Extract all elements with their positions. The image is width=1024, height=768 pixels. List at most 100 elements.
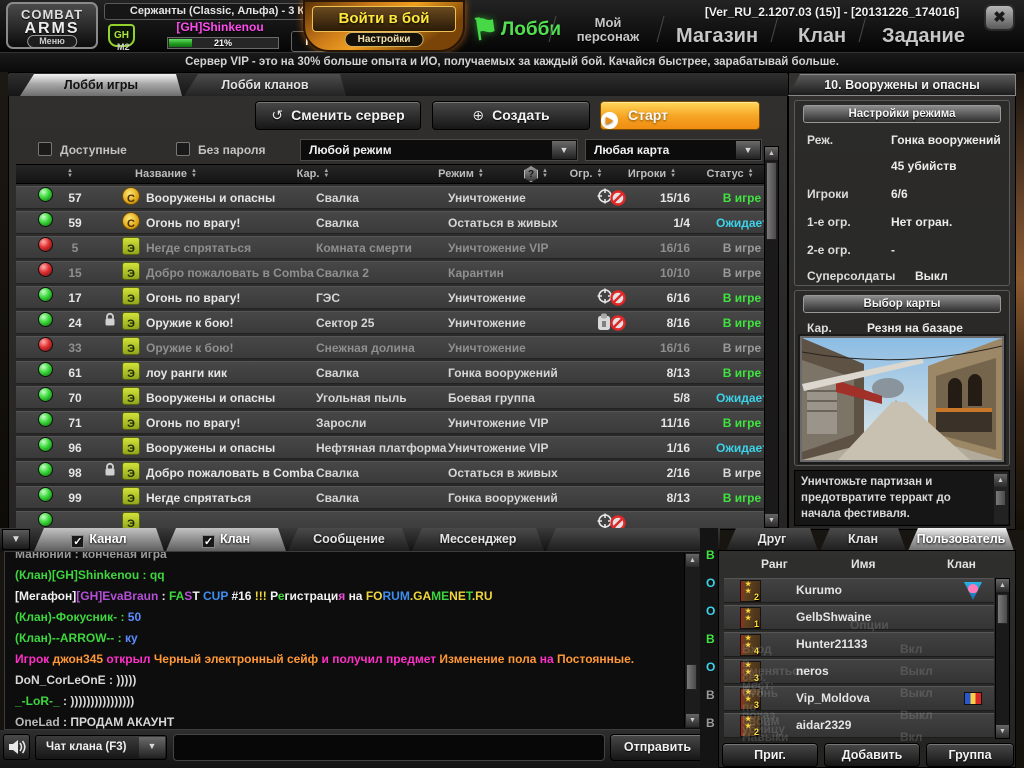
- table-row[interactable]: Э: [16, 511, 764, 528]
- table-row[interactable]: 98 Э Добро пожаловать в Combat Arms!Свалка…: [16, 461, 764, 484]
- scroll-down-icon[interactable]: ▼: [686, 714, 699, 727]
- chat-log[interactable]: Манюний : конченая игра (Клан)[GH]Shinken…: [4, 551, 702, 730]
- chat-tab-channel[interactable]: Канал: [34, 528, 164, 551]
- room-table-scrollbar[interactable]: ▲ ▼: [764, 146, 779, 528]
- chevron-down-icon[interactable]: ▼: [552, 141, 576, 159]
- group-button[interactable]: Группа: [926, 743, 1014, 767]
- table-row[interactable]: 17 Э Огонь по врагу! ГЭС Уничтожение 6/16 В иг…: [16, 286, 764, 309]
- xp-progress-percent: 21%: [213, 38, 232, 48]
- table-row[interactable]: 57 C Вооружены и опасны Свалка Уничтожение 15…: [16, 186, 764, 209]
- field-label: Реж.: [807, 133, 834, 147]
- users-scrollbar[interactable]: ▲ ▼: [995, 578, 1010, 739]
- header-question[interactable]: ?: [518, 165, 554, 184]
- table-row[interactable]: 96 Э Вооружены и опасны Нефтяная платформа У…: [16, 436, 764, 459]
- header-map[interactable]: Кар.: [278, 165, 348, 184]
- nav-mission[interactable]: Задание: [882, 16, 965, 56]
- map-filter-dropdown[interactable]: Любая карта ▼: [585, 139, 762, 161]
- scroll-up-icon[interactable]: ▲: [996, 579, 1009, 592]
- room-mode: Уничтожение: [448, 316, 526, 330]
- enter-battle-button[interactable]: Войти в бой Настройки: [303, 0, 465, 52]
- room-type-badge: Э: [122, 387, 140, 405]
- table-row[interactable]: 24 Э Оружие к бою! Сектор 25 Уничтожение 8/16…: [16, 311, 764, 334]
- user-row[interactable]: ★ ★ 2 Kurumo: [724, 578, 994, 603]
- chevron-down-icon[interactable]: ▼: [139, 737, 165, 758]
- map-field-label: Кар.: [807, 321, 832, 335]
- scroll-up-icon[interactable]: ▲: [686, 554, 699, 567]
- available-checkbox[interactable]: [38, 142, 52, 156]
- room-type-badge: Э: [122, 412, 140, 430]
- chat-input[interactable]: [173, 734, 605, 761]
- scroll-up-icon[interactable]: ▲: [994, 474, 1007, 487]
- room-status: В игре: [722, 241, 762, 255]
- menu-button[interactable]: Меню: [27, 35, 77, 48]
- table-row[interactable]: 70 Э Вооружены и опасны Угольная пыль Боевая…: [16, 386, 764, 409]
- settings-button[interactable]: Настройки: [344, 32, 424, 47]
- clipped-status-letter: В: [706, 548, 715, 562]
- create-room-button[interactable]: ⊕ Создать: [432, 101, 590, 130]
- header-name[interactable]: Название: [106, 165, 226, 184]
- game-logo[interactable]: COMBAT ARMS ..... ... ...... Меню: [6, 2, 98, 49]
- nav-lobby[interactable]: ⚑ Лобби: [470, 10, 561, 50]
- chat-tab-clan[interactable]: Клан: [166, 528, 286, 551]
- description-scrollbar[interactable]: ▲: [994, 472, 1008, 524]
- tab-game-lobby[interactable]: Лобби игры: [20, 74, 182, 96]
- change-server-button[interactable]: ↺ Сменить сервер: [255, 101, 421, 130]
- chat-tab-messenger[interactable]: Мессенджер: [412, 528, 544, 551]
- add-button[interactable]: Добавить: [824, 743, 920, 767]
- enter-battle-frame: Войти в бой: [312, 6, 456, 32]
- header-status[interactable]: Статус: [699, 165, 761, 184]
- room-number: 96: [68, 441, 82, 455]
- field-label: 2-е огр.: [807, 243, 851, 257]
- field-value: Нет огран.: [891, 215, 953, 229]
- checkbox-checked-icon[interactable]: [202, 535, 215, 548]
- chat-scrollbar[interactable]: ▲ ▼: [684, 553, 700, 728]
- available-label: Доступные: [60, 143, 127, 157]
- room-map: Комната смерти: [316, 241, 412, 255]
- create-crosshair-icon: ⊕: [472, 107, 485, 123]
- chevron-down-icon[interactable]: ▼: [736, 141, 760, 159]
- table-row[interactable]: 59 C Огонь по врагу! Свалка Остаться в живых…: [16, 211, 764, 234]
- table-row[interactable]: 71 Э Огонь по врагу! Заросли Уничтожение VIP…: [16, 411, 764, 434]
- room-status-led: [38, 487, 53, 502]
- scrollbar-thumb[interactable]: [686, 664, 697, 690]
- xp-progress-bar: 21%: [167, 37, 279, 49]
- checkbox-checked-icon[interactable]: [71, 535, 84, 548]
- no-password-checkbox[interactable]: [176, 142, 190, 156]
- scrollbar-thumb[interactable]: [995, 490, 1006, 506]
- scrollbar-thumb[interactable]: [766, 162, 777, 240]
- close-icon[interactable]: ✖: [984, 4, 1015, 31]
- room-number: 71: [68, 416, 82, 430]
- tab-users[interactable]: Пользователь: [908, 528, 1014, 551]
- scrollbar-thumb[interactable]: [997, 594, 1008, 624]
- scroll-down-icon[interactable]: ▼: [996, 725, 1009, 738]
- nav-shop[interactable]: Магазин: [676, 16, 758, 56]
- mode-filter-dropdown[interactable]: Любой режим ▼: [300, 139, 578, 161]
- invite-button[interactable]: Приг.: [722, 743, 818, 767]
- header-players[interactable]: Игроки: [621, 165, 683, 184]
- send-button[interactable]: Отправить: [610, 734, 705, 761]
- header-restrictions[interactable]: Огр.: [561, 165, 611, 184]
- table-row[interactable]: 61 Элоу ранги кик Свалка Гонка вооружений 8/…: [16, 361, 764, 384]
- table-row[interactable]: 33 Э Оружие к бою! Снежная долина Уничтожени…: [16, 336, 764, 359]
- header-mode[interactable]: Режим: [421, 165, 501, 184]
- tab-friends[interactable]: Друг: [726, 528, 818, 551]
- chat-tab-message[interactable]: Сообщение: [288, 528, 410, 551]
- tab-clan-members[interactable]: Клан: [820, 528, 906, 551]
- room-name: Огонь по врагу!: [146, 216, 241, 230]
- scroll-down-icon[interactable]: ▼: [765, 514, 778, 527]
- tab-clan-lobby[interactable]: Лобби кланов: [184, 74, 346, 96]
- table-row[interactable]: 99 Э Негде спрятаться Свалка Гонка вооружени…: [16, 486, 764, 509]
- chat-collapse-button[interactable]: ▼: [2, 529, 30, 550]
- table-row[interactable]: 15 Э Добро пожаловать в Combat Arms!Свалка…: [16, 261, 764, 284]
- table-row[interactable]: 5 Э Негде спрятаться Комната смерти Уничтоже…: [16, 236, 764, 259]
- scope-restriction-icon: [597, 288, 626, 306]
- nav-clan[interactable]: Клан: [798, 16, 846, 56]
- nav-my-character[interactable]: Мой персонаж: [562, 10, 654, 50]
- sound-toggle-button[interactable]: [3, 734, 30, 760]
- scroll-up-icon[interactable]: ▲: [765, 147, 778, 160]
- clipped-status-letter: В: [706, 716, 715, 730]
- start-button[interactable]: ▶ Старт: [600, 101, 760, 130]
- chat-channel-dropdown[interactable]: Чат клана (F3) ▼: [35, 735, 167, 760]
- header-sort-number[interactable]: [58, 165, 78, 184]
- room-players: 10/10: [659, 266, 690, 280]
